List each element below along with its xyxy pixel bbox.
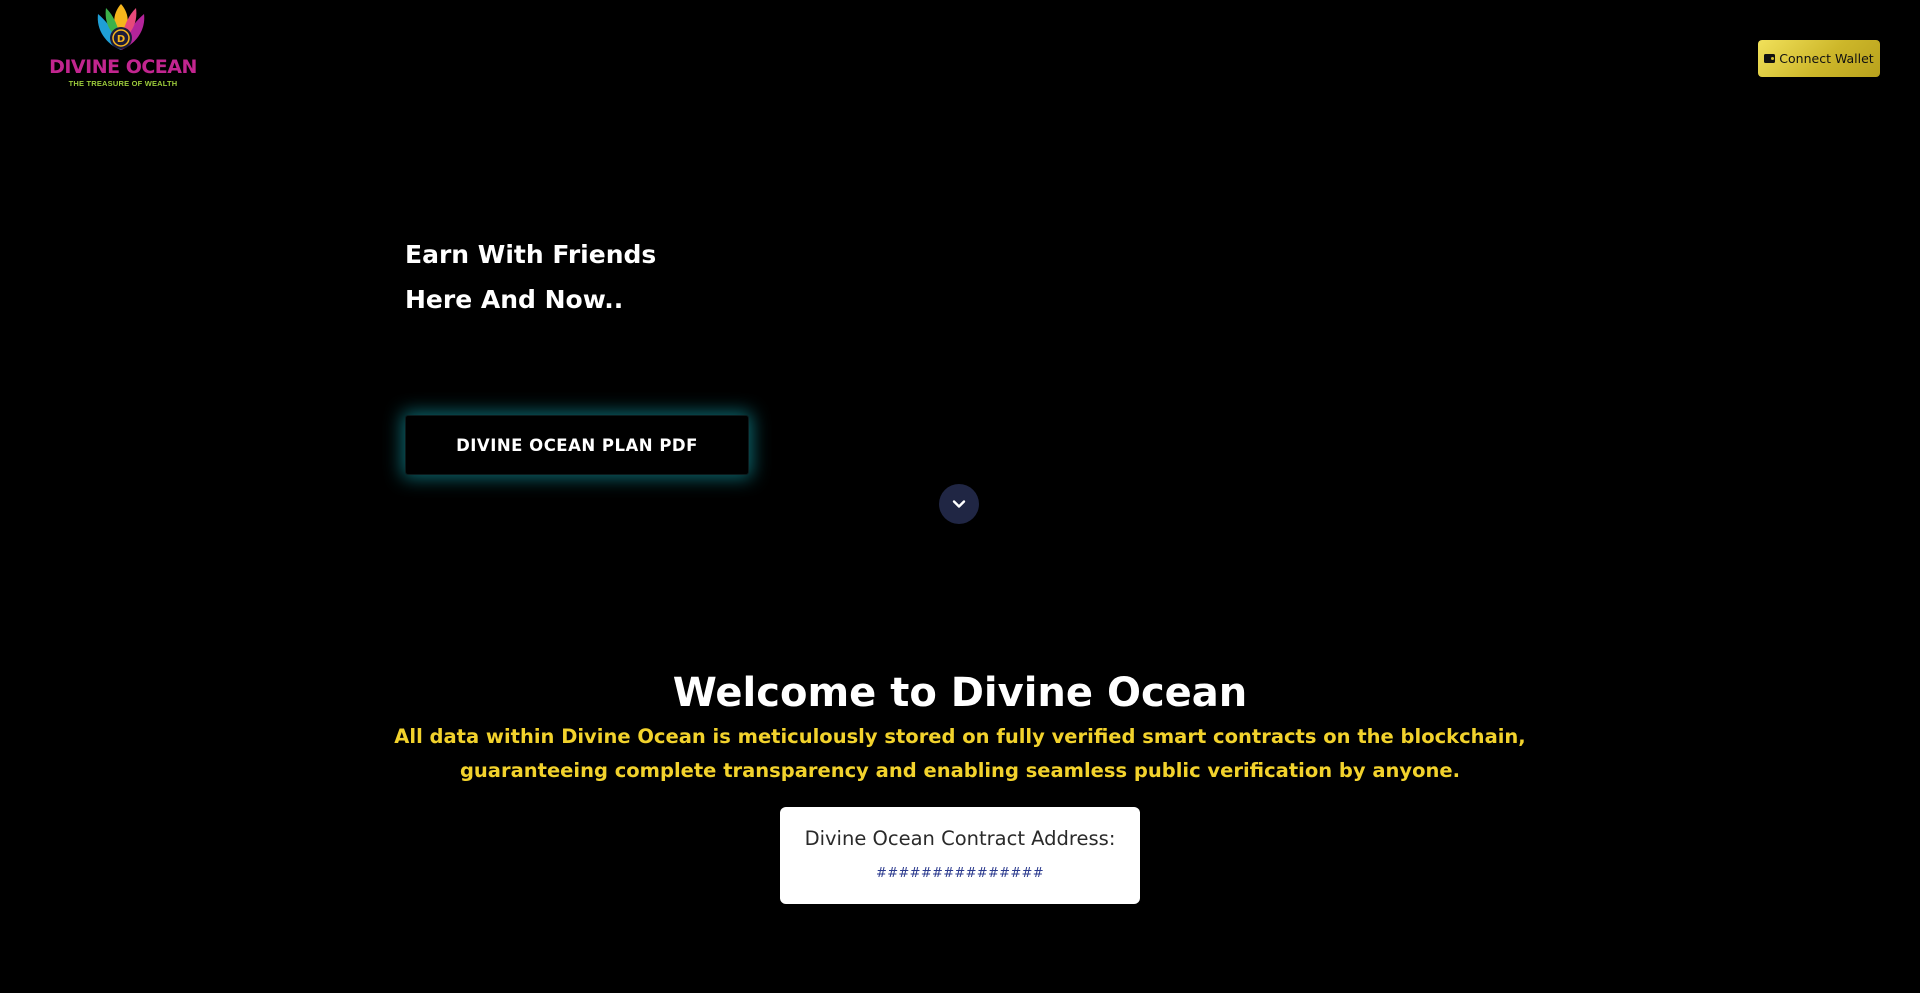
logo-title: DIVINE OCEAN (49, 56, 197, 78)
contract-address-label: Divine Ocean Contract Address: (804, 827, 1116, 850)
contract-address-value[interactable]: ############### (780, 866, 1140, 881)
scroll-down-button[interactable] (939, 484, 979, 524)
lotus-logo-icon: D (97, 4, 145, 50)
svg-text:D: D (117, 34, 125, 45)
connect-wallet-button[interactable]: Connect Wallet (1758, 40, 1880, 77)
page: D DIVINE OCEAN THE TREASURE OF WEALTH Co… (0, 0, 1920, 993)
welcome-title: Welcome to Divine Ocean (672, 670, 1248, 716)
plan-pdf-label: DIVINE OCEAN PLAN PDF (456, 435, 698, 455)
welcome-description: All data within Divine Ocean is meticulo… (394, 725, 1526, 782)
plan-pdf-button[interactable]: DIVINE OCEAN PLAN PDF (405, 415, 749, 475)
hero-heading-line-1: Earn With Friends (405, 240, 657, 269)
contract-address-card: Divine Ocean Contract Address: #########… (780, 807, 1140, 904)
connect-wallet-label: Connect Wallet (1779, 51, 1874, 66)
chevron-down-icon (952, 500, 966, 508)
hero-heading-line-2: Here And Now.. (405, 285, 624, 314)
logo-tagline: THE TREASURE OF WEALTH (68, 79, 178, 88)
brand-logo[interactable]: D DIVINE OCEAN THE TREASURE OF WEALTH (46, 0, 198, 92)
wallet-icon (1764, 54, 1776, 63)
